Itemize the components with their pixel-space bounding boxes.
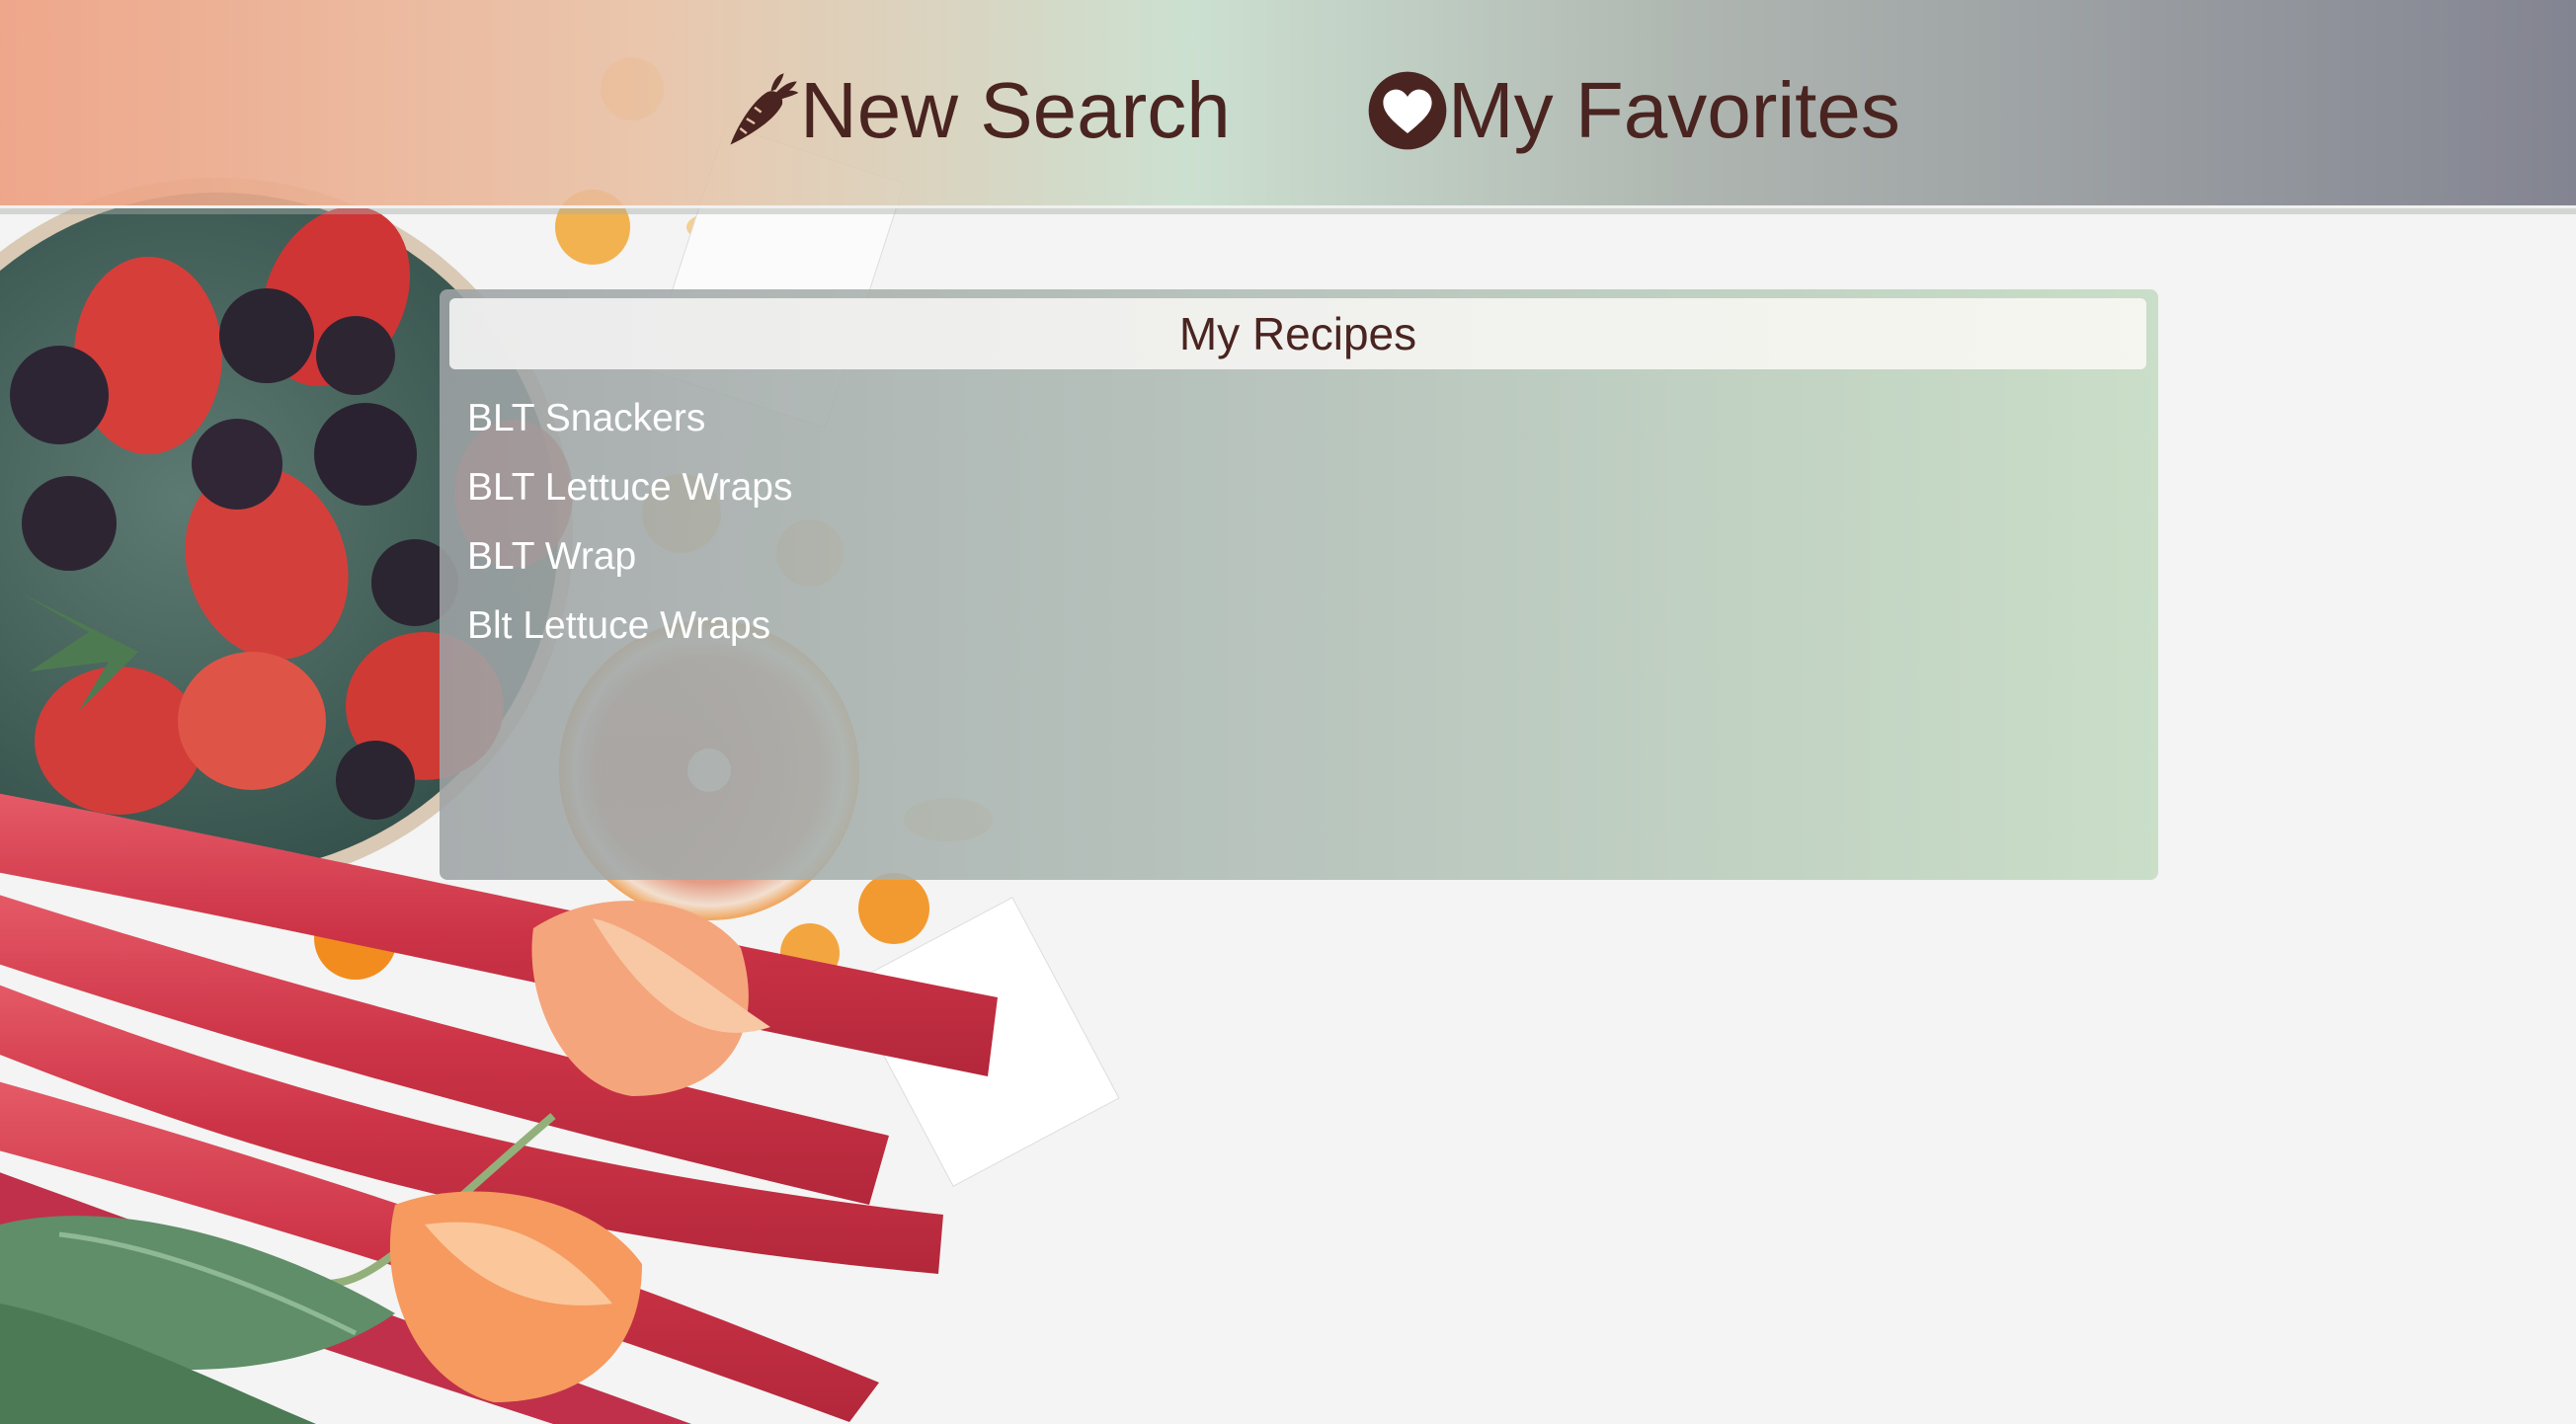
panel-title: My Recipes <box>449 298 2146 369</box>
recipe-item[interactable]: BLT Snackers <box>467 384 793 453</box>
heart-circle-icon <box>1368 71 1447 150</box>
recipe-item[interactable]: BLT Wrap <box>467 522 793 592</box>
my-recipes-panel: My Recipes BLT Snackers BLT Lettuce Wrap… <box>440 289 2158 880</box>
my-favorites-label: My Favorites <box>1448 66 1900 154</box>
recipe-item[interactable]: BLT Lettuce Wraps <box>467 453 793 522</box>
top-nav-bar: New Search My Favorites <box>0 0 2576 208</box>
my-favorites-link[interactable]: My Favorites <box>1367 61 1900 160</box>
new-search-link[interactable]: New Search <box>719 61 1231 160</box>
carrot-icon <box>730 73 799 145</box>
recipe-list: BLT Snackers BLT Lettuce Wraps BLT Wrap … <box>467 384 793 661</box>
new-search-label: New Search <box>800 66 1231 154</box>
recipe-item[interactable]: Blt Lettuce Wraps <box>467 592 793 661</box>
